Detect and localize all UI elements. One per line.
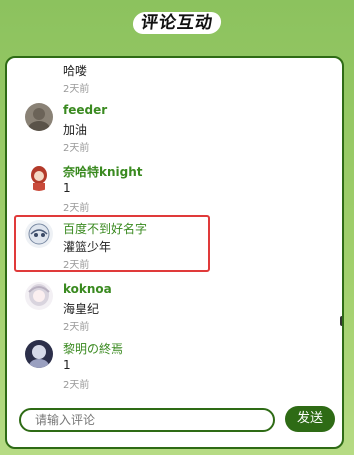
comment-time: 2天前 <box>63 322 90 333</box>
selection-highlight <box>14 215 210 272</box>
comment-text: 哈喽 <box>63 64 88 78</box>
comment-input[interactable]: 请输入评论 <box>19 408 275 432</box>
avatar[interactable] <box>25 282 53 310</box>
comment-item: 黎明の終焉 1 2天前 <box>7 338 342 394</box>
comment-text: 海皇纪 <box>63 302 100 316</box>
comment-item: koknoa 海皇纪 2天前 <box>7 280 342 338</box>
page-title: 评论互动 <box>131 12 223 34</box>
avatar[interactable] <box>25 103 53 131</box>
comment-author[interactable]: feeder <box>63 103 107 117</box>
comment-time: 2天前 <box>63 143 90 154</box>
comment-time: 2天前 <box>63 84 90 95</box>
comment-text: 1 <box>63 358 71 372</box>
comment-author[interactable]: 奈哈特knight <box>63 163 143 180</box>
comment-time: 2天前 <box>63 203 90 214</box>
avatar[interactable] <box>25 163 53 191</box>
scrollbar[interactable] <box>340 316 342 326</box>
send-button[interactable]: 发送 <box>285 406 335 432</box>
header: 评论互动 <box>0 12 354 34</box>
comment-author[interactable]: koknoa <box>63 282 112 296</box>
comment-panel: 哈喽 2天前 feeder 加油 2天前 奈哈特knight 1 2天前 百度不… <box>5 56 344 449</box>
avatar[interactable] <box>25 340 53 368</box>
comment-text: 加油 <box>63 123 88 137</box>
comment-item: 哈喽 2天前 <box>7 58 342 95</box>
comment-list[interactable]: 哈喽 2天前 feeder 加油 2天前 奈哈特knight 1 2天前 百度不… <box>7 58 342 394</box>
comment-text: 1 <box>63 181 71 195</box>
comment-item: feeder 加油 2天前 <box>7 100 342 158</box>
comment-author[interactable]: 黎明の終焉 <box>63 340 123 357</box>
comment-item: 奈哈特knight 1 2天前 <box>7 160 342 218</box>
comment-time: 2天前 <box>63 380 90 391</box>
comment-input-row: 请输入评论 发送 <box>7 406 342 434</box>
